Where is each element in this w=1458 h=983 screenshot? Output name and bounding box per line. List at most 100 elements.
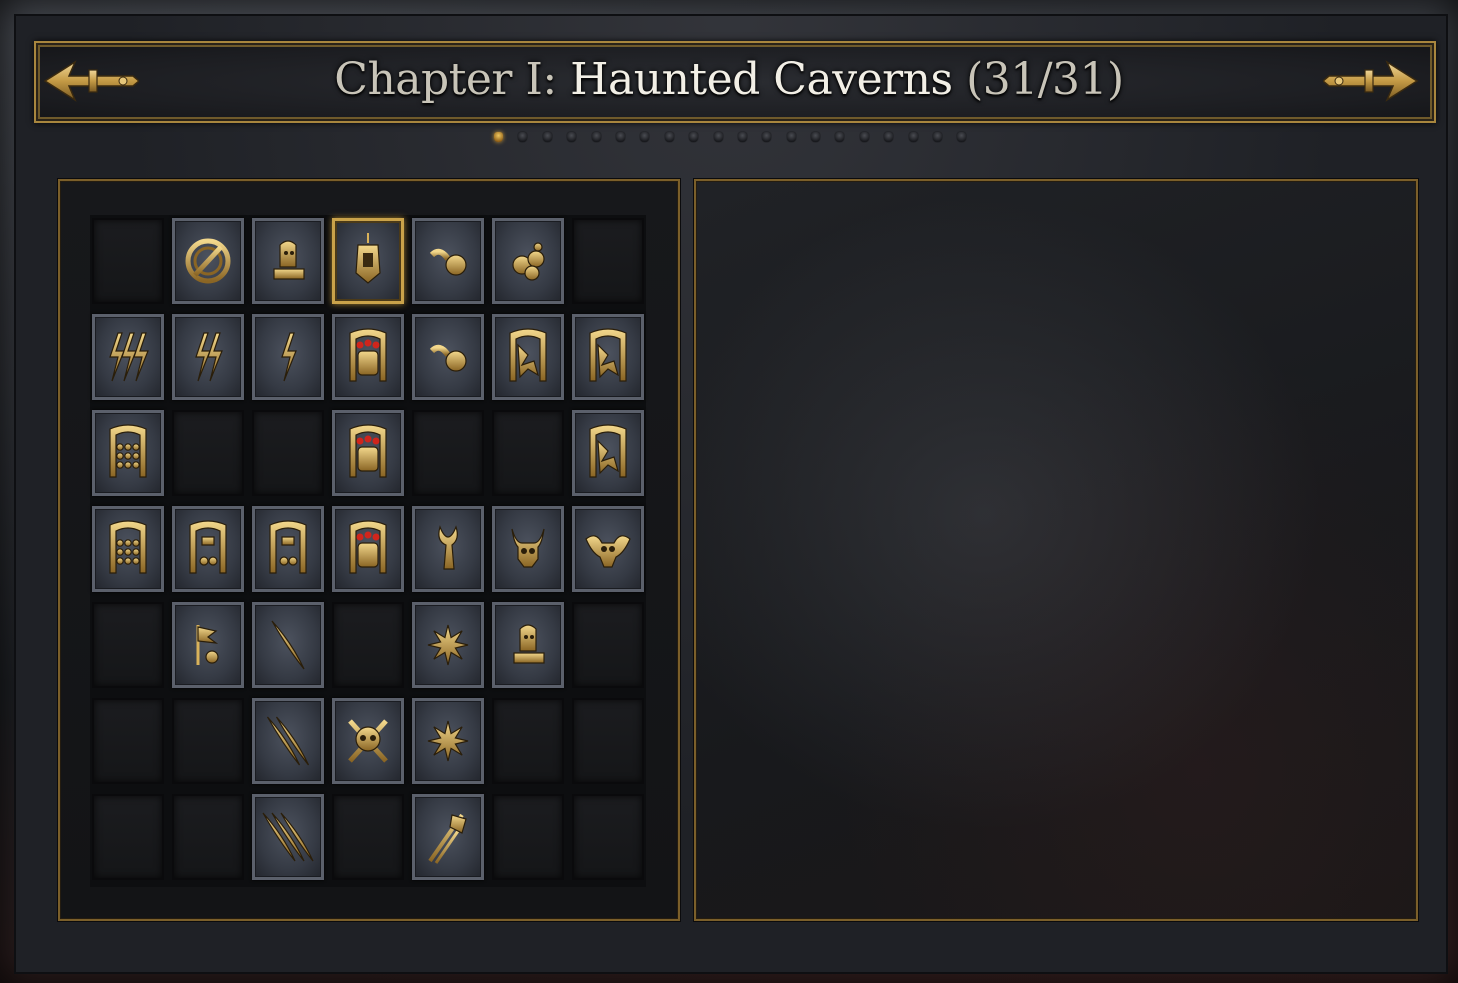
page-dot-18[interactable] [908, 132, 918, 142]
empty-slot [92, 602, 164, 688]
page-dot-7[interactable] [640, 132, 650, 142]
double-feather-icon [258, 705, 318, 777]
collectible-slot[interactable] [252, 314, 324, 400]
red-eyed-fist-icon [338, 513, 398, 585]
horned-skull-icon [498, 513, 558, 585]
chapter-name: Haunted Caverns [570, 54, 953, 105]
skull-crossbones-icon [338, 705, 398, 777]
empty-slot [92, 698, 164, 784]
page-dot-13[interactable] [786, 132, 796, 142]
page-dot-10[interactable] [713, 132, 723, 142]
single-lightning-icon [258, 321, 318, 393]
skull-ossuary-icon [98, 513, 158, 585]
chapter-progress-count: (31/31) [966, 54, 1124, 105]
collectible-slot[interactable] [412, 698, 484, 784]
shattered-gate-dark-icon [578, 417, 638, 489]
shattered-gate-icon [498, 321, 558, 393]
empty-slot [572, 698, 644, 784]
page-dot-12[interactable] [762, 132, 772, 142]
collectible-slot[interactable] [92, 410, 164, 496]
empty-slot [332, 794, 404, 880]
chapter-pager [494, 130, 982, 144]
collectible-slot[interactable] [412, 314, 484, 400]
page-dot-4[interactable] [567, 132, 577, 142]
collectible-slot[interactable] [492, 602, 564, 688]
collectible-slot[interactable] [252, 602, 324, 688]
item-detail-panel [694, 179, 1418, 921]
empty-slot [332, 602, 404, 688]
single-feather-icon [258, 609, 318, 681]
collectible-slot[interactable] [572, 314, 644, 400]
empty-slot [412, 410, 484, 496]
empty-slot [492, 698, 564, 784]
page-dot-11[interactable] [737, 132, 747, 142]
collectible-slot[interactable] [172, 602, 244, 688]
collectible-slot[interactable] [572, 410, 644, 496]
collectible-slot[interactable] [412, 506, 484, 592]
no-entry-seal-icon [178, 225, 238, 297]
collectible-slot[interactable] [92, 506, 164, 592]
chapter-title: Chapter I: Haunted Caverns (31/31) [0, 54, 1458, 105]
page-dot-17[interactable] [884, 132, 894, 142]
spiked-star-icon [418, 705, 478, 777]
page-dot-8[interactable] [664, 132, 674, 142]
page-dot-14[interactable] [811, 132, 821, 142]
page-dot-6[interactable] [615, 132, 625, 142]
winged-skull-icon [578, 513, 638, 585]
skull-banner-icon [178, 513, 238, 585]
collectible-slot[interactable] [332, 218, 404, 304]
empty-slot [172, 410, 244, 496]
collectible-slot[interactable] [252, 218, 324, 304]
empty-slot [572, 218, 644, 304]
skull-banner-small-icon [258, 513, 318, 585]
triple-feather-icon [258, 801, 318, 873]
page-dot-19[interactable] [933, 132, 943, 142]
collectible-slot[interactable] [252, 506, 324, 592]
collectible-slot[interactable] [92, 314, 164, 400]
collectible-slot[interactable] [332, 410, 404, 496]
collectible-slot[interactable] [172, 218, 244, 304]
collectible-grid [90, 215, 646, 887]
collectible-slot[interactable] [412, 602, 484, 688]
single-coin-icon [418, 321, 478, 393]
hanging-lantern-icon [338, 225, 398, 297]
collectible-slot[interactable] [412, 218, 484, 304]
empty-slot [492, 410, 564, 496]
empty-slot [252, 410, 324, 496]
collectible-slot[interactable] [572, 506, 644, 592]
empty-slot [172, 794, 244, 880]
page-dot-5[interactable] [591, 132, 601, 142]
collectible-slot[interactable] [492, 506, 564, 592]
collectible-slot[interactable] [332, 698, 404, 784]
collectible-slot[interactable] [412, 794, 484, 880]
empty-slot [572, 794, 644, 880]
page-dot-1[interactable] [494, 132, 503, 142]
empty-slot [172, 698, 244, 784]
red-eyed-fist-icon [338, 321, 398, 393]
relic-altar-alt-icon [498, 609, 558, 681]
page-dot-2[interactable] [518, 132, 528, 142]
collectible-slot[interactable] [172, 506, 244, 592]
shattered-gate-alt-icon [578, 321, 638, 393]
relic-altar-icon [258, 225, 318, 297]
collectible-slot[interactable] [332, 314, 404, 400]
starburst-icon [418, 609, 478, 681]
double-lightning-icon [178, 321, 238, 393]
collectible-slot[interactable] [492, 314, 564, 400]
empty-slot [92, 218, 164, 304]
empty-slot [92, 794, 164, 880]
collectible-slot[interactable] [332, 506, 404, 592]
page-dot-15[interactable] [835, 132, 845, 142]
collectible-slot[interactable] [492, 218, 564, 304]
page-dot-3[interactable] [542, 132, 552, 142]
page-dot-9[interactable] [689, 132, 699, 142]
empty-slot [492, 794, 564, 880]
collectible-slot[interactable] [252, 698, 324, 784]
collectible-slot[interactable] [172, 314, 244, 400]
crossed-weapons-icon [418, 801, 478, 873]
triple-lightning-icon [98, 321, 158, 393]
page-dot-16[interactable] [859, 132, 869, 142]
page-dot-20[interactable] [957, 132, 967, 142]
collectible-slot[interactable] [252, 794, 324, 880]
coin-pair-icon [418, 225, 478, 297]
